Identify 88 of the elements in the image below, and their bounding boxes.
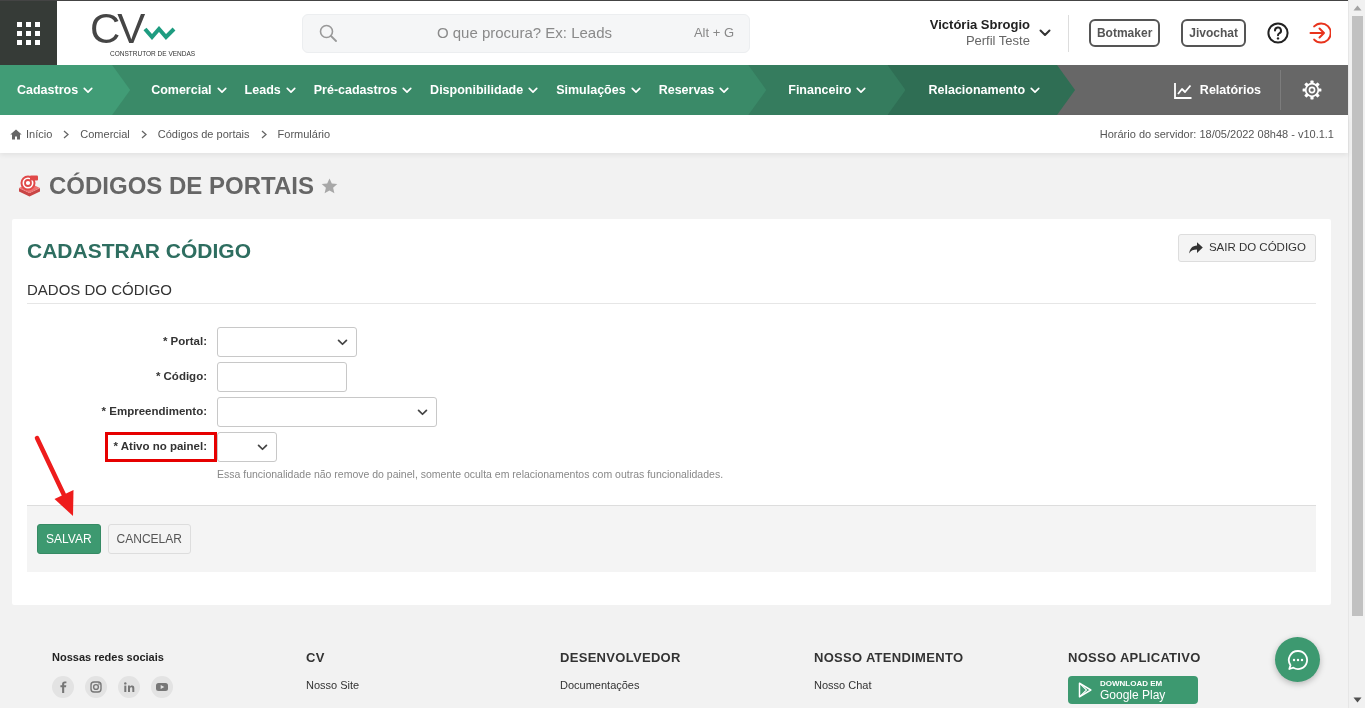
chevron-down-icon [528, 86, 539, 94]
header-button[interactable]: Botmaker [1088, 19, 1161, 47]
logo-text: CV [90, 8, 143, 49]
nav-menu-item[interactable]: Pré-cadastros [304, 75, 422, 105]
user-profile: Perfil Teste [964, 33, 1030, 49]
line-chart-icon [1173, 81, 1192, 99]
server-time: Horário do servidor: 18/05/2022 08h48 - v10.1.1 [1099, 126, 1334, 142]
social-title: Nossas redes sociais [52, 650, 164, 664]
search-icon [319, 24, 337, 42]
field-label: * Portal: [162, 334, 207, 350]
form-title: CADASTRAR CÓDIGO [27, 239, 251, 263]
logo-wave-icon [143, 25, 178, 40]
scrollbar-thumb[interactable] [1351, 16, 1363, 616]
star-icon[interactable] [320, 178, 338, 194]
breadcrumb-link[interactable]: Comercial [80, 125, 130, 143]
chevron-down-icon [630, 86, 641, 94]
nav-menu-item[interactable]: Comercial [142, 75, 236, 105]
nav-menu-item[interactable]: Reservas [649, 75, 739, 105]
field-label: * Empreendimento: [101, 404, 207, 420]
chevron-down-icon[interactable] [1038, 29, 1051, 37]
logout-icon[interactable] [1309, 22, 1331, 44]
scroll-up-arrow-icon[interactable] [1352, 5, 1362, 11]
scroll-down-arrow-icon[interactable] [1352, 697, 1362, 703]
chevron-down-icon [83, 86, 94, 94]
search-input[interactable]: O que procura? Ex: Leads [337, 21, 684, 45]
exit-button[interactable]: SAIR DO CÓDIGO [1177, 234, 1316, 262]
youtube-icon[interactable] [151, 676, 173, 698]
apps-grid-icon [17, 21, 40, 45]
chat-bubble-icon [1286, 648, 1309, 671]
save-button[interactable]: SALVAR [37, 524, 101, 554]
user-name: Victória Sbrogio [929, 17, 1030, 33]
shortcut-hint: Alt + G [693, 24, 734, 43]
breadcrumb-current: Formulário [277, 126, 331, 142]
field-label: * Código: [155, 369, 207, 385]
chevron-down-icon [216, 86, 227, 94]
footer-heading: CV [306, 650, 325, 666]
chevron-down-icon [285, 86, 296, 94]
nav-menu-item[interactable]: Financeiro [779, 75, 876, 105]
breadcrumb-link[interactable]: Início [10, 125, 53, 143]
chevron-down-icon [337, 338, 348, 346]
app-store-badge[interactable]: DOWNLOAD EM Google Play [1068, 676, 1198, 704]
chevron-down-icon [257, 443, 268, 451]
help-icon[interactable] [1267, 22, 1289, 44]
select-field[interactable] [217, 327, 357, 357]
cancel-button[interactable]: CANCELAR [107, 524, 191, 554]
home-icon [10, 128, 22, 140]
search-field[interactable]: O que procura? Ex: Leads Alt + G [302, 13, 750, 53]
chevron-down-icon [402, 86, 413, 94]
footer-heading: NOSSO APLICATIVO [1068, 650, 1201, 666]
page-title: CÓDIGOS DE PORTAIS [49, 171, 314, 201]
chevron-right-icon [260, 129, 267, 139]
header-button[interactable]: Jivochat [1181, 19, 1246, 47]
chevron-down-icon [417, 408, 428, 416]
select-field[interactable] [217, 397, 437, 427]
chevron-right-icon [63, 129, 70, 139]
chevron-down-icon [856, 86, 867, 94]
chevron-down-icon [719, 86, 730, 94]
scrollbar[interactable] [1348, 0, 1365, 708]
reports-menu-item[interactable]: Relatórios [1173, 75, 1261, 105]
linkedin-icon[interactable] [118, 676, 140, 698]
chat-button[interactable] [1275, 637, 1320, 682]
badge-caption: DOWNLOAD EM [1100, 679, 1164, 688]
share-arrow-icon [1188, 242, 1203, 254]
nav-menu-item[interactable]: Leads [235, 75, 305, 105]
nav-menu-item[interactable]: Disponibilidade [421, 75, 548, 105]
nav-menu-item[interactable]: Cadastros [8, 75, 103, 105]
facebook-icon[interactable] [52, 676, 74, 698]
breadcrumb-link[interactable]: Códigos de portais [157, 125, 250, 143]
select-field[interactable] [217, 432, 277, 462]
instagram-icon[interactable] [85, 676, 107, 698]
text-field[interactable] [217, 362, 347, 392]
target-box-icon [18, 175, 41, 197]
settings-icon[interactable] [1302, 80, 1322, 100]
nav-menu-item[interactable]: Simulações [547, 75, 650, 105]
help-text: Essa funcionalidade não remove do painel, somente oculta em relacionamentos com outras funcionalidades. [217, 468, 725, 480]
nav-menu-item[interactable]: Relacionamento [919, 75, 1050, 105]
footer-heading: DESENVOLVEDOR [560, 650, 681, 666]
chevron-down-icon [1030, 86, 1041, 94]
footer-link[interactable]: Nosso Chat [814, 678, 872, 692]
chevron-right-icon [140, 129, 147, 139]
badge-store-name: Google Play [1100, 688, 1166, 701]
footer-heading: NOSSO ATENDIMENTO [814, 650, 964, 666]
play-triangle-icon [1078, 682, 1092, 698]
section-title: DADOS DO CÓDIGO [27, 281, 173, 299]
field-label: * Ativo no painel: [113, 439, 207, 455]
apps-menu-button[interactable] [0, 1, 57, 65]
footer-link[interactable]: Nosso Site [306, 678, 360, 692]
footer-link[interactable]: Documentações [560, 678, 640, 692]
